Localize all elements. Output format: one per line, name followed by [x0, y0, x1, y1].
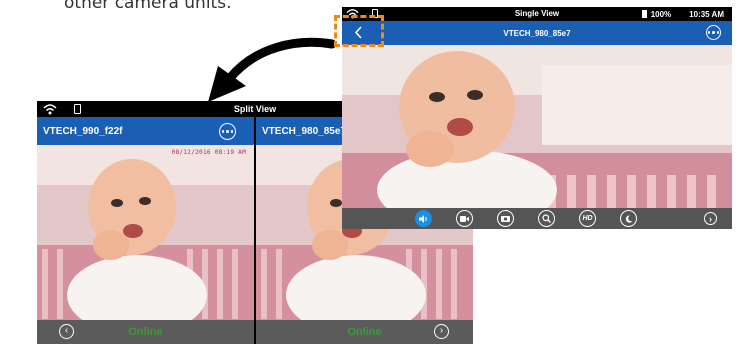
- video-camera-icon[interactable]: [456, 210, 473, 227]
- camera-name: VTECH_980_85e7: [503, 29, 571, 38]
- camera-footer: Online ›: [256, 320, 473, 344]
- camera-name: VTECH_980_85e7: [262, 126, 346, 137]
- camera-name: VTECH_990_f22f: [43, 126, 123, 137]
- baby-image: [342, 45, 732, 208]
- zoom-icon[interactable]: [538, 210, 555, 227]
- more-options-icon[interactable]: [706, 25, 721, 40]
- camera-header: VTECH_990_f22f: [37, 117, 254, 145]
- caption-text: other camera units.: [64, 0, 232, 13]
- left-camera-tile[interactable]: VTECH_990_f22f 08/12/2016 08:19 AM ‹ Onl…: [37, 117, 254, 344]
- camera-timestamp: 08/12/2016 08:19 AM: [171, 149, 246, 156]
- next-icon[interactable]: ›: [434, 324, 449, 339]
- curved-arrow-icon: [208, 37, 337, 102]
- single-view-header: VTECH_980_85e7: [342, 21, 732, 45]
- speaker-icon[interactable]: [415, 210, 432, 227]
- camera-feed[interactable]: 08/12/2016 08:19 AM: [37, 145, 254, 335]
- snapshot-icon[interactable]: [497, 210, 514, 227]
- battery-icon: [641, 10, 647, 18]
- night-mode-icon[interactable]: [620, 210, 637, 227]
- battery-percent: 100%: [650, 10, 672, 19]
- hd-icon[interactable]: HD: [579, 210, 596, 227]
- status-right: 100% 10:35 AM: [641, 10, 724, 19]
- next-icon[interactable]: ›: [704, 212, 717, 225]
- more-options-icon[interactable]: [219, 123, 236, 140]
- back-button-highlight: [334, 15, 384, 47]
- single-status-bar: Single View 100% 10:35 AM: [342, 7, 732, 21]
- camera-feed[interactable]: [342, 45, 732, 208]
- single-view-toolbar: HD ›: [342, 208, 732, 229]
- clock-time: 10:35 AM: [689, 10, 724, 19]
- single-view-screen: Single View 100%10:35 AM VTECH_980_85e7: [342, 7, 732, 229]
- camera-footer: ‹ Online: [37, 320, 254, 344]
- baby-image: [37, 145, 254, 335]
- camera-status: Online: [128, 326, 163, 338]
